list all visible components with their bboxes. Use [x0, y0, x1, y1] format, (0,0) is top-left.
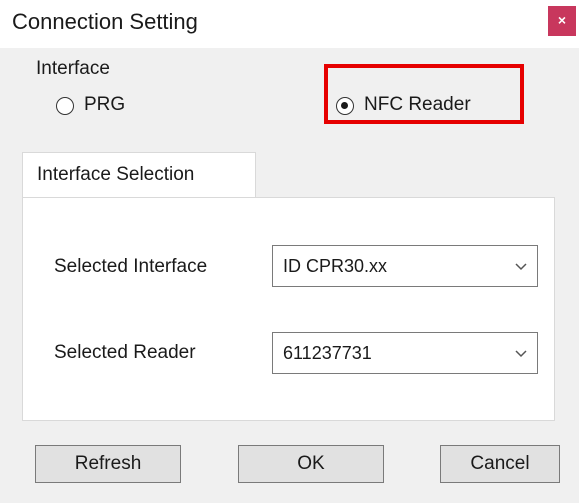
radio-nfc-reader[interactable]: NFC Reader [336, 94, 526, 124]
close-icon: × [557, 12, 567, 28]
ok-button[interactable]: OK [238, 445, 384, 483]
interface-group-label: Interface [36, 58, 110, 79]
chevron-down-icon [515, 350, 527, 358]
selected-reader-label: Selected Reader [54, 342, 196, 363]
close-button[interactable]: × [548, 6, 576, 36]
radio-nfc-reader-circle[interactable] [336, 97, 354, 115]
cancel-button[interactable]: Cancel [440, 445, 560, 483]
tab-interface-selection-label: Interface Selection [37, 164, 195, 185]
selected-reader-value: 611237731 [283, 343, 372, 363]
chevron-down-icon [515, 263, 527, 271]
connection-setting-dialog: Connection Setting × Interface PRG NFC R… [0, 0, 579, 503]
radio-nfc-reader-label: NFC Reader [364, 94, 471, 115]
interface-selection-panel: Selected Interface ID CPR30.xx Selected … [22, 197, 555, 421]
dialog-title: Connection Setting [12, 9, 198, 34]
radio-prg[interactable]: PRG [56, 94, 156, 124]
selected-reader-dropdown[interactable]: 611237731 [272, 332, 538, 374]
refresh-button[interactable]: Refresh [35, 445, 181, 483]
radio-selected-dot [341, 102, 348, 109]
radio-prg-label: PRG [84, 94, 126, 115]
selected-interface-label: Selected Interface [54, 256, 208, 277]
selected-interface-value: ID CPR30.xx [283, 256, 388, 276]
selected-interface-dropdown[interactable]: ID CPR30.xx [272, 245, 538, 287]
radio-prg-circle[interactable] [56, 97, 74, 115]
tab-interface-selection[interactable]: Interface Selection [22, 152, 256, 198]
title-bar: Connection Setting × [0, 0, 579, 48]
